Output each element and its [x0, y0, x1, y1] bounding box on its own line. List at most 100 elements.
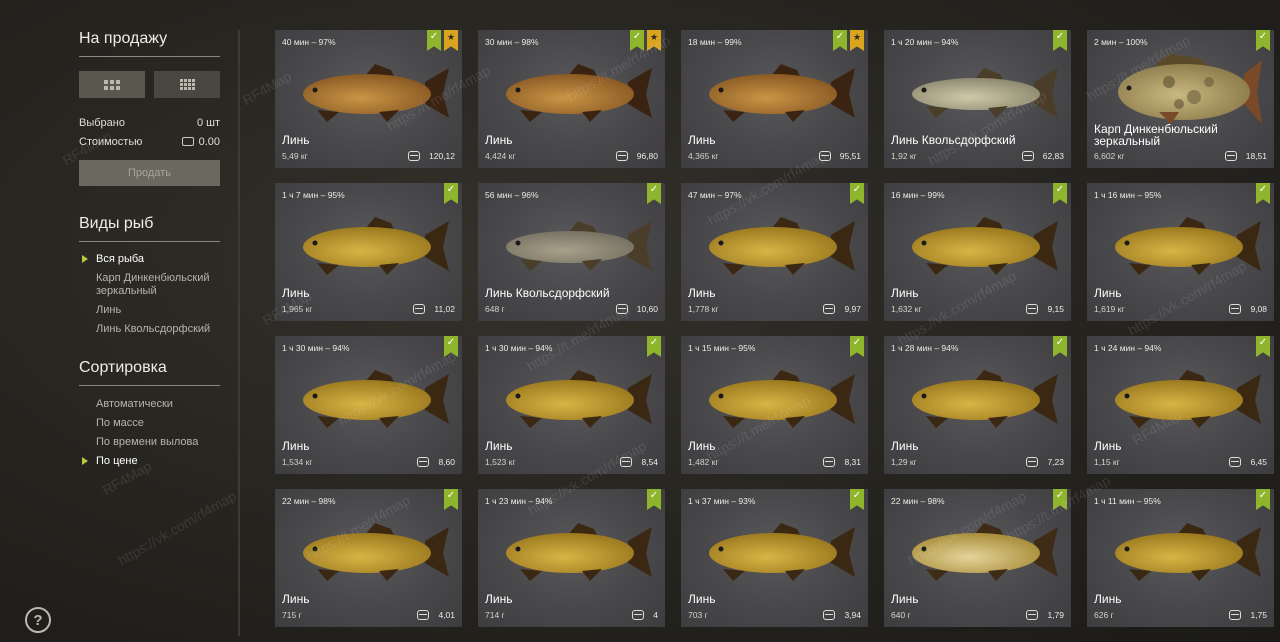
fish-card[interactable]: 1 ч 20 мин – 94% ✓ Линь Квольсдорфский 1… — [884, 30, 1071, 168]
fish-weight: 1,92 кг — [891, 151, 917, 161]
fish-weight: 6,602 кг — [1094, 151, 1125, 161]
star-badge-icon: ★ — [444, 30, 458, 51]
fish-price: 18,51 — [1224, 151, 1267, 161]
sell-button[interactable]: Продать — [79, 160, 220, 186]
fish-price: 95,51 — [818, 151, 861, 161]
check-badge-icon: ✓ — [1053, 489, 1067, 510]
cost-value-wrap: 0.00 — [181, 136, 220, 148]
selected-row: Выбрано 0 шт — [79, 117, 220, 129]
fish-card[interactable]: 1 ч 23 мин – 94% ✓ Линь 714 г 4 — [478, 489, 665, 627]
fish-name: Линь — [891, 592, 919, 606]
fish-card[interactable]: 47 мин – 97% ✓ Линь 1,778 кг 9,97 — [681, 183, 868, 321]
catch-time-label: 1 ч 30 мин – 94% — [282, 343, 350, 353]
fish-weight: 1,29 кг — [891, 457, 917, 467]
catch-time-label: 1 ч 16 мин – 95% — [1094, 190, 1162, 200]
fish-weight: 1,619 кг — [1094, 304, 1125, 314]
fish-card[interactable]: 1 ч 11 мин – 95% ✓ Линь 626 г 1,75 — [1087, 489, 1274, 627]
fish-image — [896, 358, 1060, 438]
fish-price-value: 9,15 — [1047, 304, 1064, 314]
fish-name: Карп Динкенбюльский зеркальный — [1094, 122, 1218, 148]
help-button[interactable]: ? — [25, 607, 51, 633]
view-small-grid-button[interactable] — [154, 71, 220, 98]
sort-title: Сортировка — [79, 359, 167, 376]
fish-card[interactable]: 18 мин – 99% ✓ ★ Линь 4,365 кг 95,51 — [681, 30, 868, 168]
fish-weight: 1,523 кг — [485, 457, 516, 467]
fish-weight: 715 г — [282, 610, 302, 620]
species-item-kw-tench[interactable]: Линь Квольсдорфский — [96, 323, 210, 336]
fish-image — [693, 511, 857, 591]
fish-card[interactable]: 1 ч 24 мин – 94% ✓ Линь 1,15 кг 6,45 — [1087, 336, 1274, 474]
fish-card[interactable]: 1 ч 28 мин – 94% ✓ Линь 1,29 кг 7,23 — [884, 336, 1071, 474]
fish-name: Линь — [1094, 286, 1122, 300]
fish-card[interactable]: 30 мин – 98% ✓ ★ Линь 4,424 кг 96,80 — [478, 30, 665, 168]
fish-card[interactable]: 1 ч 30 мин – 94% ✓ Линь 1,523 кг 8,54 — [478, 336, 665, 474]
fish-price-value: 10,60 — [636, 304, 658, 314]
fish-price: 8,54 — [620, 457, 658, 467]
fish-price: 1,79 — [1026, 610, 1064, 620]
species-title: Виды рыб — [79, 215, 154, 232]
price-icon — [1224, 151, 1237, 161]
fish-card[interactable]: 1 ч 30 мин – 94% ✓ Линь 1,534 кг 8,60 — [275, 336, 462, 474]
fish-image — [287, 358, 451, 438]
fish-image — [1099, 511, 1263, 591]
fish-price-value: 1,75 — [1250, 610, 1267, 620]
fish-price: 62,83 — [1021, 151, 1064, 161]
sort-item-auto[interactable]: Автоматически — [96, 398, 173, 411]
fish-name: Линь — [688, 592, 716, 606]
fish-name: Линь — [1094, 439, 1122, 453]
view-large-grid-button[interactable] — [79, 71, 145, 98]
fish-card[interactable]: 40 мин – 97% ✓ ★ Линь 5,49 кг 120,12 — [275, 30, 462, 168]
fish-weight: 1,965 кг — [282, 304, 313, 314]
species-item-tench[interactable]: Линь — [96, 304, 121, 317]
fish-name: Линь — [282, 133, 310, 147]
sort-item-price[interactable]: По цене — [96, 455, 138, 468]
fish-weight: 1,482 кг — [688, 457, 719, 467]
star-badge-icon: ★ — [850, 30, 864, 51]
species-item-mirror-carp[interactable]: Карп Динкенбюльский зеркальный — [96, 272, 226, 298]
check-badge-icon: ✓ — [647, 336, 661, 357]
fish-name: Линь — [688, 133, 716, 147]
cost-label: Стоимостью — [79, 136, 143, 148]
check-badge-icon: ✓ — [630, 30, 644, 51]
sort-item-mass[interactable]: По массе — [96, 417, 144, 430]
check-badge-icon: ✓ — [647, 183, 661, 204]
grid-large-icon — [104, 79, 120, 90]
check-badge-icon: ✓ — [850, 489, 864, 510]
fish-card[interactable]: 1 ч 7 мин – 95% ✓ Линь 1,965 кг 11,02 — [275, 183, 462, 321]
price-icon — [1026, 457, 1039, 467]
cost-value: 0.00 — [198, 136, 220, 148]
fish-weight: 1,15 кг — [1094, 457, 1120, 467]
fish-name: Линь — [282, 439, 310, 453]
fish-name: Линь — [485, 592, 513, 606]
fish-card[interactable]: 22 мин – 98% ✓ Линь 715 г 4,01 — [275, 489, 462, 627]
fish-card[interactable]: 1 ч 15 мин – 95% ✓ Линь 1,482 кг 8,31 — [681, 336, 868, 474]
fish-image — [490, 358, 654, 438]
price-icon — [1229, 610, 1242, 620]
price-icon — [1026, 610, 1039, 620]
fish-weight: 1,534 кг — [282, 457, 313, 467]
fish-price-value: 7,23 — [1047, 457, 1064, 467]
catch-time-label: 1 ч 23 мин – 94% — [485, 496, 553, 506]
catch-time-label: 1 ч 37 мин – 93% — [688, 496, 756, 506]
fish-name: Линь — [485, 439, 513, 453]
fish-weight: 5,49 кг — [282, 151, 308, 161]
fish-card[interactable]: 2 мин – 100% ✓ Карп Динкенбюльский зерка… — [1087, 30, 1274, 168]
fish-card[interactable]: 22 мин – 98% ✓ Линь 640 г 1,79 — [884, 489, 1071, 627]
species-item-all[interactable]: Вся рыба — [96, 253, 144, 266]
fish-price-value: 4 — [653, 610, 658, 620]
price-icon — [1229, 457, 1242, 467]
fish-price: 7,23 — [1026, 457, 1064, 467]
catch-time-label: 16 мин – 99% — [891, 190, 945, 200]
price-icon — [413, 304, 426, 314]
catch-time-label: 1 ч 20 мин – 94% — [891, 37, 959, 47]
fish-price-value: 9,08 — [1250, 304, 1267, 314]
fish-name: Линь — [485, 133, 513, 147]
price-icon — [408, 151, 420, 161]
fish-card[interactable]: 56 мин – 96% ✓ Линь Квольсдорфский 648 г… — [478, 183, 665, 321]
sort-item-catch-time[interactable]: По времени вылова — [96, 436, 198, 449]
fish-card[interactable]: 1 ч 16 мин – 95% ✓ Линь 1,619 кг 9,08 — [1087, 183, 1274, 321]
fish-card[interactable]: 1 ч 37 мин – 93% ✓ Линь 703 г 3,94 — [681, 489, 868, 627]
fish-card[interactable]: 16 мин – 99% ✓ Линь 1,632 кг 9,15 — [884, 183, 1071, 321]
price-icon — [615, 151, 628, 161]
fish-grid: 40 мин – 97% ✓ ★ Линь 5,49 кг 120,12 30 … — [275, 30, 1274, 630]
